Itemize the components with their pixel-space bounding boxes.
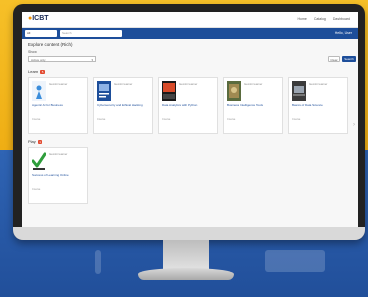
page-title: Explore content (Rich) xyxy=(28,42,73,47)
photo-thumb xyxy=(227,81,241,101)
card-subtitle: Gemini learner xyxy=(49,152,68,156)
card-title[interactable]: Success of Learning Online xyxy=(32,173,86,178)
app-screen: ●ICBT Home Catalog Dashboard All Search … xyxy=(22,12,358,227)
card-subtitle: Gemini learner xyxy=(179,82,198,86)
chevron-right-icon[interactable]: › xyxy=(353,122,355,128)
monitor-stand-neck xyxy=(163,240,209,270)
card-meta: Course xyxy=(32,118,41,121)
section-heading-play: Play 1 xyxy=(28,139,43,144)
card-meta: Course xyxy=(292,118,301,121)
clear-button[interactable]: Clear xyxy=(328,56,340,62)
card-subtitle: Gemini learner xyxy=(309,82,328,86)
top-navigation: Home Catalog Dashboard xyxy=(291,17,350,21)
card-title[interactable]: Basics of Data Science xyxy=(292,103,346,108)
nav-catalog-link[interactable]: Catalog xyxy=(314,17,326,21)
count-badge: 5 xyxy=(40,70,45,74)
nav-home-link[interactable]: Home xyxy=(297,17,306,21)
decor-shape xyxy=(265,250,325,272)
content-card[interactable]: Gemini learner Agentic AI for Business C… xyxy=(28,77,88,134)
card-subtitle: Gemini learner xyxy=(244,82,263,86)
card-title[interactable]: Agentic AI for Business xyxy=(32,103,86,108)
top-header: ●ICBT Home Catalog Dashboard xyxy=(22,12,358,28)
figure-thumb xyxy=(32,81,46,101)
video-thumb xyxy=(162,81,176,101)
card-meta: Course xyxy=(97,118,106,121)
content-card[interactable]: Gemini learner Data Analytics with Pytho… xyxy=(158,77,218,134)
nav-dashboard-link[interactable]: Dashboard xyxy=(333,17,350,21)
section-heading-learn: Learn 5 xyxy=(28,69,45,74)
main-content: Explore content (Rich) Show Active only ▾… xyxy=(22,39,358,227)
category-select[interactable]: All xyxy=(25,30,57,37)
monitor-chin xyxy=(13,227,365,240)
laptop-thumb xyxy=(292,81,306,101)
card-meta: Course xyxy=(32,188,41,191)
user-greeting[interactable]: Hello, User xyxy=(335,31,352,35)
card-title[interactable]: Cybersecurity and Ethical Hacking xyxy=(97,103,151,108)
monitor-stand-base xyxy=(138,268,234,280)
count-badge: 1 xyxy=(37,140,43,144)
content-card[interactable]: Gemini learner Cybersecurity and Ethical… xyxy=(93,77,153,134)
card-subtitle: Gemini learner xyxy=(114,82,133,86)
card-meta: Course xyxy=(162,118,171,121)
filter-dropdown[interactable]: Active only ▾ xyxy=(28,56,96,62)
site-logo[interactable]: ●ICBT xyxy=(28,15,49,22)
card-title[interactable]: Business Intelligence Tools xyxy=(227,103,281,108)
card-title[interactable]: Data Analytics with Python xyxy=(162,103,216,108)
chevron-down-icon: ▾ xyxy=(91,58,93,62)
content-card[interactable]: Gemini learner Success of Learning Onlin… xyxy=(28,147,88,204)
book-thumb xyxy=(97,81,111,101)
card-meta: Course xyxy=(227,118,236,121)
filter-label: Show xyxy=(28,50,37,54)
card-subtitle: Gemini learner xyxy=(49,82,68,86)
search-button[interactable]: Search xyxy=(342,56,356,62)
content-card[interactable]: Gemini learner Business Intelligence Too… xyxy=(223,77,283,134)
search-input[interactable]: Search xyxy=(60,30,122,37)
decor-shape xyxy=(95,250,101,274)
content-card[interactable]: Gemini learner Basics of Data Science Co… xyxy=(288,77,348,134)
search-navbar: All Search Hello, User xyxy=(22,28,358,39)
checkmark-thumb xyxy=(32,151,46,171)
